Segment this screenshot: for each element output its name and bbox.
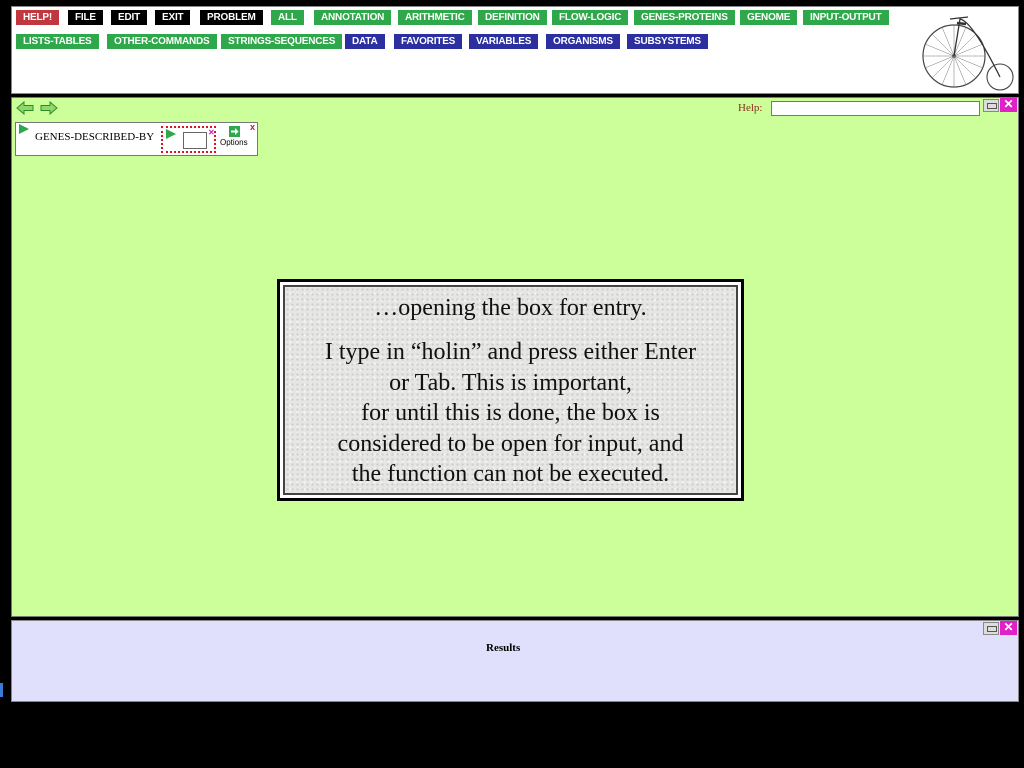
caption-box: …opening the box for entry. I type in “h… <box>277 279 744 501</box>
menu-button-file[interactable]: FILE <box>68 10 103 25</box>
menu-button-subsystems[interactable]: SUBSYSTEMS <box>627 34 708 49</box>
menu-button-annotation[interactable]: ANNOTATION <box>314 10 392 25</box>
results-label: Results <box>486 642 521 654</box>
minimize-workspace-icon[interactable] <box>983 99 999 112</box>
caption-line: considered to be open for input, and <box>337 430 684 457</box>
caption-line: for until this is done, the box is <box>361 400 660 426</box>
menu-button-problem[interactable]: PROBLEM <box>200 10 263 25</box>
options-link[interactable]: Options <box>220 138 248 147</box>
caption-content: …opening the box for entry. I type in “h… <box>283 285 738 495</box>
argument-close-icon[interactable]: ✕ <box>208 128 215 137</box>
left-edge-marker <box>0 683 3 697</box>
caption-body: I type in “holin” and press either Enter… <box>285 337 736 490</box>
execute-arrow-icon[interactable] <box>229 126 240 137</box>
menu-button-edit[interactable]: EDIT <box>111 10 147 25</box>
function-name: GENES-DESCRIBED-BY <box>35 131 155 143</box>
minimize-results-icon[interactable] <box>983 622 999 635</box>
menu-button-flow-logic[interactable]: FLOW-LOGIC <box>552 10 629 25</box>
results-panel: ✕ Results <box>11 620 1019 702</box>
help-search-input[interactable] <box>771 101 980 116</box>
function-close-icon[interactable]: x <box>250 122 255 132</box>
caption-line: I type in “holin” and press either Enter <box>324 339 697 365</box>
menu-button-definition[interactable]: DEFINITION <box>478 10 547 25</box>
back-arrow-icon[interactable] <box>16 101 34 115</box>
argument-input[interactable] <box>183 132 207 149</box>
caption-line: or Tab. This is important, <box>389 369 632 396</box>
menu-button-organisms[interactable]: ORGANISMS <box>546 34 620 49</box>
close-workspace-icon[interactable]: ✕ <box>1000 98 1017 112</box>
menu-button-genes-proteins[interactable]: GENES-PROTEINS <box>634 10 735 25</box>
menu-panel: HELP! FILE EDIT EXIT PROBLEM ALL ANNOTATION ARI… <box>11 6 1019 94</box>
menu-button-arithmetic[interactable]: ARITHMETIC <box>398 10 472 25</box>
menu-button-data[interactable]: DATA <box>345 34 385 49</box>
function-flag-icon[interactable] <box>18 124 30 134</box>
help-label: Help: <box>738 102 763 114</box>
menu-button-lists-tables[interactable]: LISTS-TABLES <box>16 34 99 49</box>
menu-button-input-output[interactable]: INPUT-OUTPUT <box>803 10 889 25</box>
argument-box[interactable]: ✕ <box>161 126 216 153</box>
caption-line: the function can not be executed. <box>351 461 670 487</box>
close-results-icon[interactable]: ✕ <box>1000 621 1017 635</box>
function-box[interactable]: GENES-DESCRIBED-BY ✕ Options x <box>15 122 258 156</box>
menu-button-favorites[interactable]: FAVORITES <box>394 34 463 49</box>
menu-button-help[interactable]: HELP! <box>16 10 60 25</box>
menu-button-genome[interactable]: GENOME <box>740 10 798 25</box>
menu-button-strings-sequences[interactable]: STRINGS-SEQUENCES <box>221 34 343 49</box>
caption-heading: …opening the box for entry. <box>374 295 647 321</box>
argument-flag-icon[interactable] <box>165 129 177 139</box>
menu-button-exit[interactable]: EXIT <box>155 10 191 25</box>
menu-button-variables[interactable]: VARIABLES <box>469 34 539 49</box>
penny-farthing-bicycle-icon <box>922 16 1014 91</box>
forward-arrow-icon[interactable] <box>40 101 58 115</box>
menu-button-other-commands[interactable]: OTHER-COMMANDS <box>107 34 217 49</box>
menu-button-all[interactable]: ALL <box>271 10 304 25</box>
